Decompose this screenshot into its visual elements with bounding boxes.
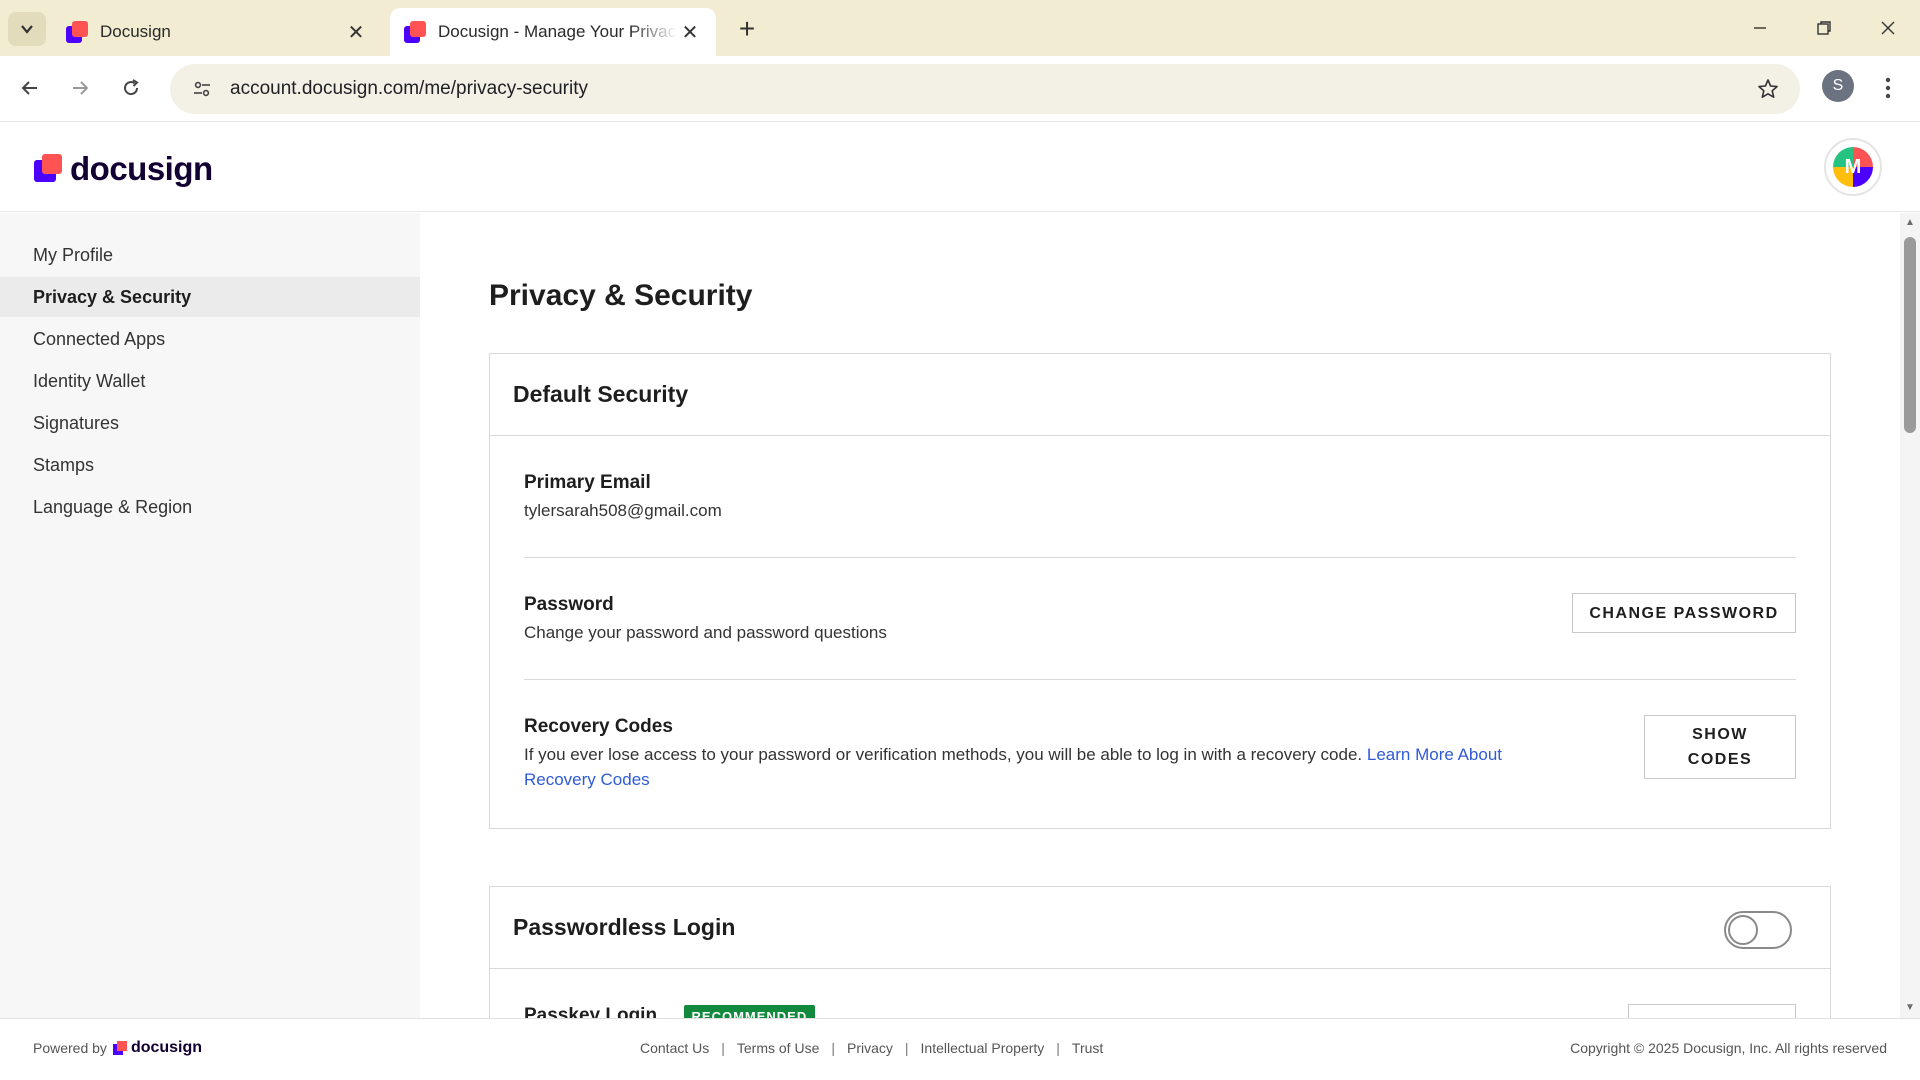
footer-link-contact-us[interactable]: Contact Us <box>640 1040 709 1056</box>
passwordless-login-card: Passwordless Login Passkey Login RECOMME… <box>489 886 1831 1018</box>
powered-by-brand: docusign <box>130 1039 203 1056</box>
recommended-badge: RECOMMENDED <box>683 1005 816 1018</box>
change-password-button[interactable]: CHANGE PASSWORD <box>1572 593 1796 633</box>
sidebar-item-stamps[interactable]: Stamps <box>0 445 420 485</box>
card-title: Default Security <box>490 354 1830 436</box>
show-codes-line2: CODES <box>1687 751 1753 768</box>
sidebar: My Profile Privacy & Security Connected … <box>0 213 420 1018</box>
tab-search-button[interactable] <box>8 12 46 46</box>
logo-text: docusign <box>70 150 213 187</box>
footer: Powered by docusign Contact Us | Terms o… <box>0 1018 1920 1076</box>
more-vertical-icon <box>1885 77 1891 99</box>
sidebar-item-connected-apps[interactable]: Connected Apps <box>0 319 420 359</box>
primary-email-value: tylersarah508@gmail.com <box>524 501 722 520</box>
passwordless-login-toggle[interactable] <box>1724 911 1792 949</box>
close-icon[interactable]: ✕ <box>678 20 702 44</box>
reload-button[interactable] <box>111 68 151 108</box>
primary-email-label: Primary Email <box>524 472 651 493</box>
footer-link-trust[interactable]: Trust <box>1072 1040 1103 1056</box>
separator: | <box>721 1040 725 1056</box>
browser-tab-privacy[interactable]: Docusign - Manage Your Privacy ✕ <box>390 8 716 56</box>
scroll-down-arrow-icon[interactable]: ▼ <box>1900 1002 1920 1016</box>
powered-by: Powered by docusign <box>33 1039 202 1057</box>
sidebar-item-identity-wallet[interactable]: Identity Wallet <box>0 361 420 401</box>
bookmark-star-icon[interactable] <box>1748 69 1788 109</box>
minimize-button[interactable] <box>1740 10 1780 46</box>
footer-link-terms-of-use[interactable]: Terms of Use <box>737 1040 819 1056</box>
sidebar-item-my-profile[interactable]: My Profile <box>0 235 420 275</box>
address-bar[interactable]: account.docusign.com/me/privacy-security <box>170 64 1800 114</box>
new-tab-button[interactable]: + <box>730 12 764 46</box>
arrow-right-icon <box>73 81 89 95</box>
restore-button[interactable] <box>1804 10 1844 46</box>
sidebar-item-language-region[interactable]: Language & Region <box>0 487 420 527</box>
forward-button[interactable] <box>60 68 100 108</box>
passkey-login-row: Passkey Login RECOMMENDED <box>524 969 1796 1018</box>
user-avatar[interactable]: M <box>1824 138 1882 196</box>
passkey-login-label: Passkey Login <box>524 1005 658 1018</box>
close-icon <box>1881 21 1895 35</box>
scroll-thumb[interactable] <box>1904 237 1916 433</box>
copyright-text: Copyright © 2025 Docusign, Inc. All righ… <box>1570 1040 1887 1056</box>
recovery-codes-label: Recovery Codes <box>524 716 673 737</box>
separator: | <box>1056 1040 1060 1056</box>
browser-toolbar: account.docusign.com/me/privacy-security… <box>0 56 1920 122</box>
main-content: Privacy & Security Default Security Prim… <box>420 213 1900 1018</box>
tab-title: Docusign <box>100 22 171 41</box>
show-codes-line1: SHOW <box>1692 726 1748 743</box>
passkey-action-button[interactable] <box>1628 1004 1796 1018</box>
url-text[interactable]: account.docusign.com/me/privacy-security <box>230 78 1748 100</box>
show-codes-button[interactable]: SHOW CODES <box>1644 715 1796 779</box>
app-header: docusign M <box>0 122 1920 212</box>
password-row: Password Change your password and passwo… <box>524 558 1796 680</box>
browser-tab-bar: Docusign ✕ Docusign - Manage Your Privac… <box>0 0 1920 56</box>
passwordless-login-header: Passwordless Login <box>490 887 1830 969</box>
recovery-codes-row: Recovery Codes If you ever lose access t… <box>524 680 1796 828</box>
browser-menu-button[interactable] <box>1870 68 1906 108</box>
browser-profile-avatar[interactable]: S <box>1822 70 1854 102</box>
primary-email-row: Primary Email tylersarah508@gmail.com <box>524 436 1796 558</box>
docusign-logo[interactable]: docusign <box>34 150 213 188</box>
browser-tab-docusign[interactable]: Docusign ✕ <box>52 8 382 56</box>
sidebar-item-signatures[interactable]: Signatures <box>0 403 420 443</box>
footer-link-privacy[interactable]: Privacy <box>847 1040 893 1056</box>
page: docusign M My Profile Privacy & Security… <box>0 122 1920 1080</box>
default-security-card: Default Security Primary Email tylersara… <box>489 353 1831 829</box>
separator: | <box>831 1040 835 1056</box>
toggle-knob <box>1728 915 1758 945</box>
close-window-button[interactable] <box>1868 10 1908 46</box>
footer-link-intellectual-property[interactable]: Intellectual Property <box>921 1040 1045 1056</box>
avatar-initial: M <box>1833 147 1873 187</box>
close-icon[interactable]: ✕ <box>344 20 368 44</box>
back-button[interactable] <box>10 68 50 108</box>
recovery-codes-description: If you ever lose access to your password… <box>524 742 1564 792</box>
restore-icon <box>1817 21 1831 35</box>
docusign-logo-icon <box>112 1041 127 1055</box>
docusign-favicon-icon <box>66 21 88 43</box>
scroll-up-arrow-icon[interactable]: ▲ <box>1900 217 1920 231</box>
chevron-down-icon <box>21 25 33 34</box>
docusign-logo-icon <box>34 154 64 184</box>
page-title: Privacy & Security <box>489 279 753 312</box>
page-scrollbar[interactable]: ▲ ▼ <box>1900 213 1920 1018</box>
powered-by-text: Powered by <box>33 1040 107 1056</box>
tab-title: Docusign - Manage Your Privacy <box>438 22 678 41</box>
reload-icon <box>124 79 139 96</box>
site-info-icon[interactable] <box>182 69 222 109</box>
footer-links: Contact Us | Terms of Use | Privacy | In… <box>640 1040 1103 1056</box>
separator: | <box>904 1040 909 1056</box>
sidebar-item-privacy-security[interactable]: Privacy & Security <box>0 277 420 317</box>
card-title: Passwordless Login <box>513 914 736 940</box>
arrow-left-icon <box>21 81 37 95</box>
recovery-codes-text: If you ever lose access to your password… <box>524 745 1363 764</box>
docusign-favicon-icon <box>404 21 426 43</box>
minimize-icon <box>1754 27 1766 29</box>
